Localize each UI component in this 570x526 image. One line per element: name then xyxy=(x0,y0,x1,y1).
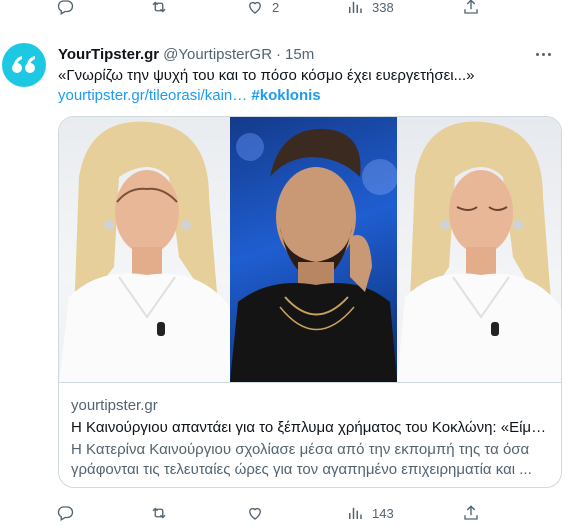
views-count: 143 xyxy=(372,505,394,521)
share-icon xyxy=(464,0,478,14)
card-domain: yourtipster.gr xyxy=(71,397,158,414)
retweet-button[interactable] xyxy=(150,502,176,524)
retweet-button[interactable] xyxy=(150,0,176,18)
reply-button[interactable] xyxy=(56,0,82,18)
reply-icon xyxy=(57,0,74,15)
views-button[interactable]: 143 xyxy=(346,502,394,524)
card-title: Η Καινούργιου απαντάει για το ξέπλυμα χρ… xyxy=(71,419,549,436)
views-count: 338 xyxy=(372,0,394,15)
like-count: 2 xyxy=(272,0,280,15)
views-button[interactable]: 338 xyxy=(346,0,394,18)
views-icon xyxy=(349,507,362,519)
avatar[interactable] xyxy=(2,43,46,87)
share-button[interactable] xyxy=(462,0,480,18)
heart-icon xyxy=(249,507,261,520)
separator-dot: · xyxy=(276,45,282,63)
like-button[interactable]: 2 xyxy=(246,0,279,18)
card-description: Η Κατερίνα Καινούργιου σχολίασε μέσα από… xyxy=(71,441,532,478)
hashtag-link[interactable]: #koklonis xyxy=(251,87,320,104)
tweet-timestamp[interactable]: 15m xyxy=(285,46,314,63)
more-dot-icon xyxy=(547,52,551,56)
more-dot-icon xyxy=(541,52,545,56)
tweet-header: YourTipster.gr @YourtipsterGR · 15m xyxy=(58,44,558,64)
quote-mark-icon xyxy=(12,56,35,73)
tweet[interactable]: YourTipster.gr @YourtipsterGR · 15m «Γνω… xyxy=(0,34,570,494)
author-name[interactable]: YourTipster.gr xyxy=(58,46,159,63)
card-image-middle-panel xyxy=(230,117,397,382)
retweet-icon xyxy=(152,1,166,13)
retweet-icon xyxy=(152,507,166,519)
link-card[interactable]: yourtipster.gr Η Καινούργιου απαντάει γι… xyxy=(58,116,562,488)
card-image[interactable] xyxy=(59,117,561,382)
share-icon xyxy=(464,505,478,520)
tweet-body: «Γνωρίζω την ψυχή του και το πόσο κόσμο … xyxy=(58,67,475,84)
card-meta: yourtipster.gr Η Καινούργιου απαντάει γι… xyxy=(59,382,561,487)
heart-icon xyxy=(249,1,261,14)
more-dot-icon xyxy=(535,52,539,56)
share-button[interactable] xyxy=(462,502,480,524)
reply-icon xyxy=(57,506,74,521)
more-options-button[interactable] xyxy=(532,44,554,64)
prev-tweet-action-bar: 2 338 xyxy=(0,0,570,18)
tweet-link[interactable]: yourtipster.gr/tileorasi/kain… xyxy=(58,87,247,104)
card-image-left-panel xyxy=(59,117,230,382)
card-image-right-panel xyxy=(397,117,561,382)
like-button[interactable] xyxy=(246,502,272,524)
tweet-text: «Γνωρίζω την ψυχή του και το πόσο κόσμο … xyxy=(58,66,558,106)
reply-button[interactable] xyxy=(56,502,82,524)
author-handle[interactable]: @YourtipsterGR xyxy=(163,46,272,63)
tweet-action-bar: 143 xyxy=(0,502,570,524)
views-icon xyxy=(349,1,362,13)
